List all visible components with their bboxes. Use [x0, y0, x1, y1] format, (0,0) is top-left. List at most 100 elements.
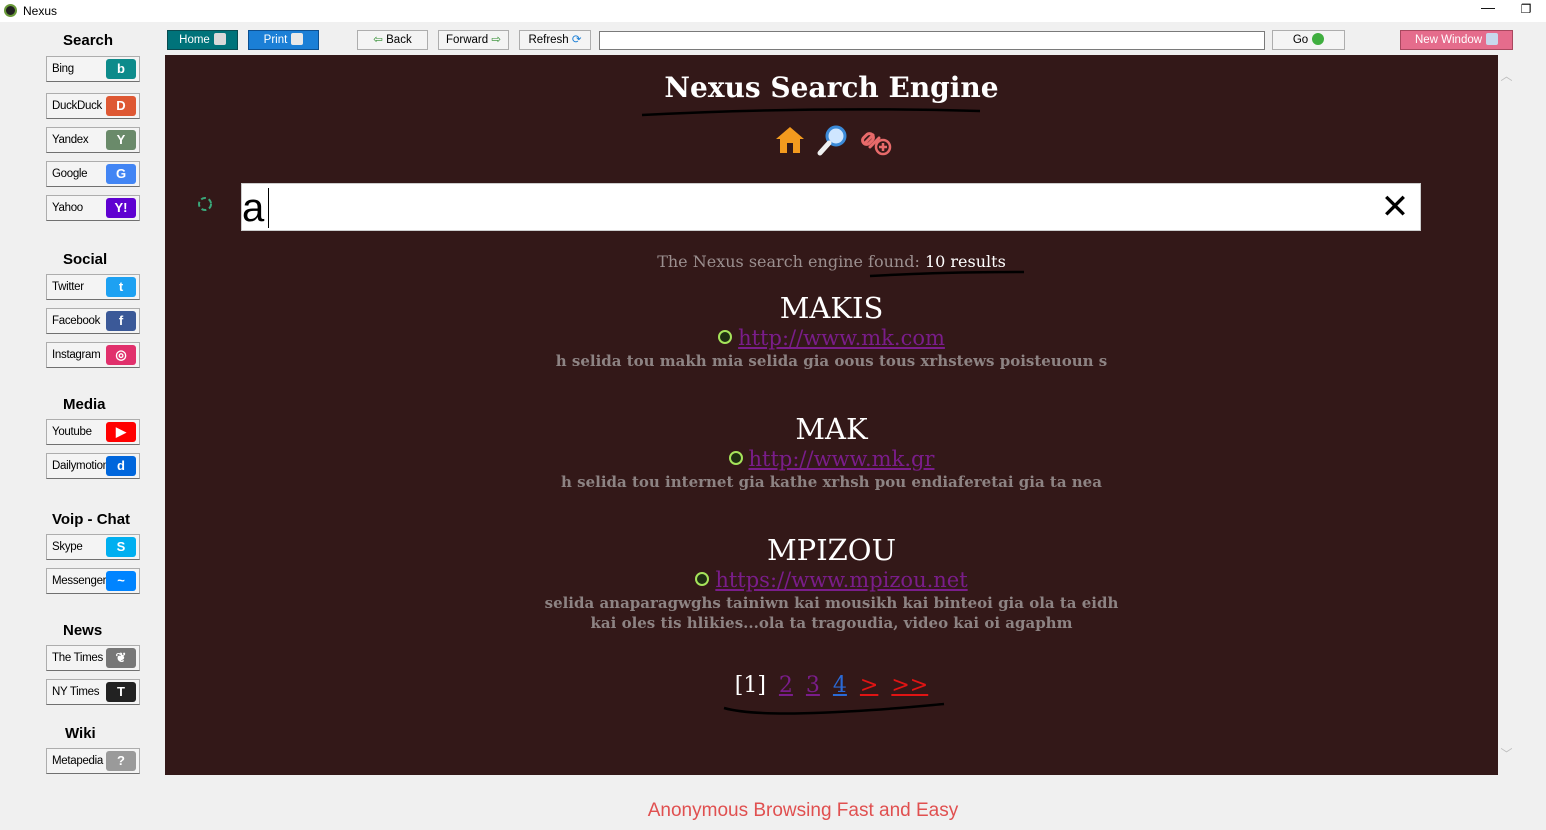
result-title[interactable]: MPIZOU — [165, 533, 1498, 567]
sidebar-item-youtube[interactable]: Youtube ▶ — [46, 419, 140, 445]
sidebar-item-yandex[interactable]: Yandex Y — [46, 127, 140, 153]
app-logo-icon — [4, 4, 17, 17]
new-window-button[interactable]: New Window — [1400, 30, 1513, 50]
sidebar-item-instagram[interactable]: Instagram ◎ — [46, 342, 140, 368]
page-link-3[interactable]: 3 — [806, 673, 820, 698]
sidebar-item-yahoo[interactable]: Yahoo Y! — [46, 195, 140, 221]
skype-icon: S — [106, 537, 136, 557]
sidebar-item-label: Google — [52, 168, 88, 180]
scroll-up-icon[interactable]: ︿ — [1500, 67, 1513, 83]
window-title: Nexus — [23, 4, 58, 18]
page-link-2[interactable]: 2 — [779, 673, 793, 698]
result-title[interactable]: MAK — [165, 412, 1498, 446]
result-url-link[interactable]: https://www.mpizou.net — [715, 568, 967, 592]
sidebar-item-bing[interactable]: Bing b — [46, 56, 140, 82]
search-input-value: a — [242, 186, 265, 230]
forward-button-label: Forward — [445, 34, 489, 46]
sidebar-item-skype[interactable]: Skype S — [46, 534, 140, 560]
new-window-button-label: New Window — [1414, 34, 1483, 46]
youtube-icon: ▶ — [106, 422, 136, 442]
restore-button[interactable]: ❐ — [1518, 2, 1534, 18]
scroll-down-icon[interactable]: ﹀ — [1500, 745, 1513, 761]
sidebar-item-facebook[interactable]: Facebook f — [46, 308, 140, 334]
pagination: [1] 2 3 4 > >> — [165, 673, 1498, 698]
footer-tagline: Anonymous Browsing Fast and Easy — [647, 800, 959, 821]
the-times-icon: ❦ — [106, 648, 136, 668]
result-url-link[interactable]: http://www.mk.gr — [749, 447, 935, 471]
print-button[interactable]: Print — [248, 30, 319, 50]
sidebar-item-label: Youtube — [52, 426, 92, 438]
minimize-button[interactable]: — — [1478, 0, 1498, 20]
house-icon — [213, 33, 226, 45]
forward-button[interactable]: Forward ⇨ — [438, 30, 509, 50]
sidebar-item-twitter[interactable]: Twitter t — [46, 274, 140, 300]
result-title[interactable]: MAKIS — [165, 291, 1498, 325]
sidebar: Search Bing b DuckDuck D Yandex Y Google G Yahoo Y… — [0, 22, 160, 792]
sidebar-item-label: Instagram — [52, 349, 101, 361]
results-underline-decoration — [869, 270, 1025, 278]
sidebar-item-messenger[interactable]: Messenger ~ — [46, 568, 140, 594]
facebook-icon: f — [106, 311, 136, 331]
window-icon — [1486, 33, 1499, 45]
messenger-icon: ~ — [106, 571, 136, 591]
pagination-underline-decoration — [723, 702, 945, 715]
sidebar-item-label: Twitter — [52, 281, 84, 293]
result-url-link[interactable]: http://www.mk.com — [738, 326, 945, 350]
yahoo-icon: Y! — [106, 198, 136, 218]
sidebar-item-the-times[interactable]: The Times ❦ — [46, 645, 140, 671]
back-button-label: Back — [386, 34, 412, 46]
result-link-line: https://www.mpizou.net — [165, 567, 1498, 593]
sidebar-item-label: The Times — [52, 652, 103, 664]
checkmark-icon — [1312, 33, 1325, 45]
home-button[interactable]: Home — [167, 30, 238, 50]
twitter-icon: t — [106, 277, 136, 297]
page-last-link[interactable]: >> — [891, 673, 928, 698]
sidebar-item-label: Dailymotion — [52, 460, 109, 472]
sidebar-item-label: Facebook — [52, 315, 101, 327]
page-next-link[interactable]: > — [860, 673, 878, 698]
search-input[interactable]: a ✕ — [241, 183, 1421, 231]
bing-icon: b — [106, 59, 136, 79]
text-caret — [268, 188, 269, 228]
address-input[interactable] — [599, 31, 1265, 50]
close-icon[interactable]: ✕ — [1378, 190, 1412, 224]
sidebar-item-google[interactable]: Google G — [46, 161, 140, 187]
dailymotion-icon: d — [106, 456, 136, 476]
refresh-icon: ⟳ — [568, 34, 582, 46]
print-button-label: Print — [263, 34, 288, 46]
title-bar: Nexus — ❐ — [0, 0, 1546, 22]
sidebar-item-dailymotion[interactable]: Dailymotion d — [46, 453, 140, 479]
go-button-label: Go — [1292, 34, 1309, 46]
home-icon[interactable] — [773, 123, 807, 157]
nytimes-icon: T — [106, 682, 136, 702]
globe-icon — [718, 330, 733, 344]
page-nav-icons — [773, 123, 893, 159]
result-description: kai oles tis hlikies...ola ta tragoudia,… — [590, 614, 1073, 632]
globe-icon — [728, 451, 743, 465]
add-link-icon[interactable] — [859, 123, 893, 157]
results-summary: The Nexus search engine found: 10 result… — [165, 252, 1498, 271]
back-button[interactable]: ⇦ Back — [357, 30, 428, 50]
sidebar-item-duckduck[interactable]: DuckDuck D — [46, 93, 140, 119]
arrow-left-icon: ⇦ — [373, 34, 387, 46]
sidebar-item-ny-times[interactable]: NY Times T — [46, 679, 140, 705]
sidebar-item-label: DuckDuck — [52, 100, 103, 112]
sidebar-item-label: NY Times — [52, 686, 100, 698]
vertical-scrollbar[interactable]: ︿ ﹀ — [1498, 55, 1515, 775]
search-result: MPIZOU https://www.mpizou.net selida anapa… — [165, 533, 1498, 633]
page-link-4[interactable]: 4 — [833, 673, 847, 698]
arrow-right-icon: ⇨ — [488, 34, 502, 46]
refresh-button[interactable]: Refresh ⟳ — [519, 30, 591, 50]
yandex-icon: Y — [106, 130, 136, 150]
go-button[interactable]: Go — [1272, 30, 1345, 50]
result-description: selida anaparagwghs tainiwn kai mousikh … — [544, 594, 1119, 612]
refresh-button-label: Refresh — [528, 34, 569, 46]
sidebar-item-metapedia[interactable]: Metapedia? — [46, 748, 140, 774]
browser-view: Nexus Search Engine a ✕ The Nexus search… — [165, 55, 1498, 775]
search-result: MAKIS http://www.mk.com h selida tou makh … — [165, 291, 1498, 371]
metapedia-icon: ? — [106, 751, 136, 771]
instagram-icon: ◎ — [106, 345, 136, 365]
home-button-label: Home — [179, 34, 210, 46]
google-icon: G — [106, 164, 136, 184]
search-icon[interactable] — [816, 123, 850, 157]
